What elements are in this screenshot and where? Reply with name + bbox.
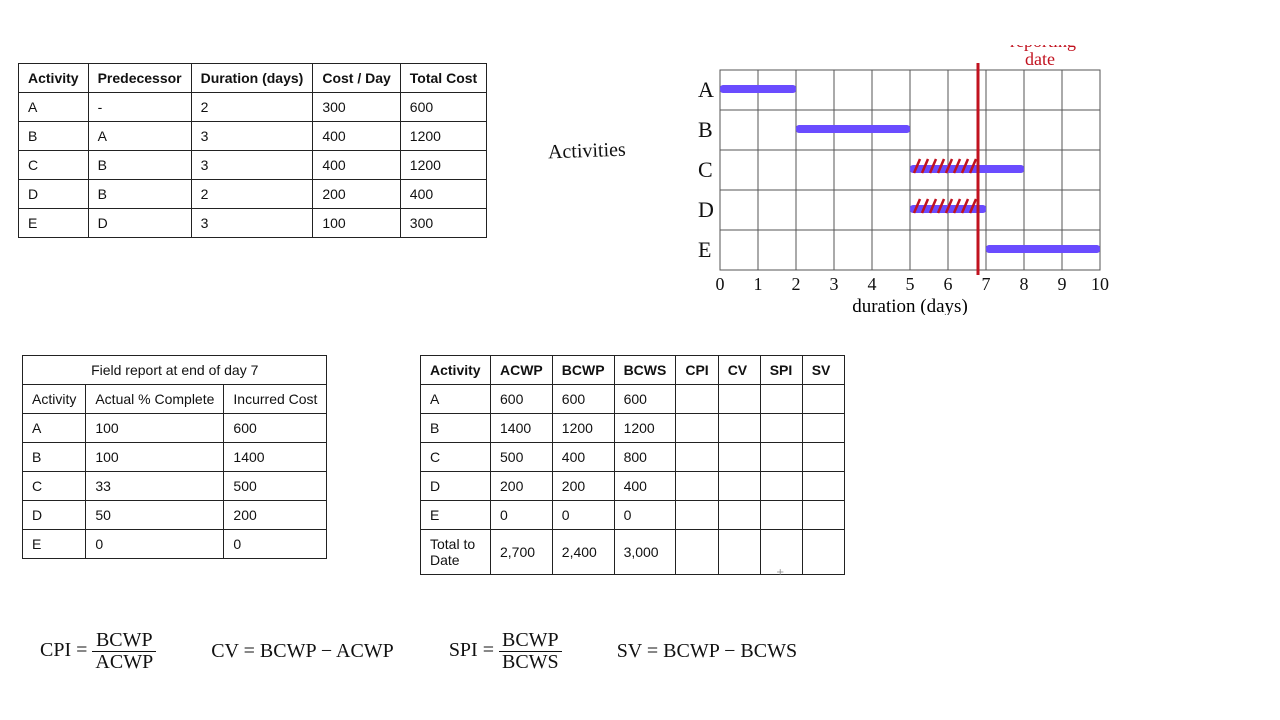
table-row: B140012001200 [421,414,845,443]
x-tick-labels: 0 1 2 3 4 5 6 7 8 9 10 [716,274,1110,294]
x-axis-label: duration (days) [852,296,968,315]
table-row: E00 [23,530,327,559]
field-report-table: Field report at end of day 7 Activity Ac… [22,355,327,559]
col-activity: Activity [19,64,89,93]
table-header-row: Activity Actual % Complete Incurred Cost [23,385,327,414]
field-report-title: Field report at end of day 7 [23,356,327,385]
svg-text:5: 5 [906,274,915,294]
svg-text:10: 10 [1091,274,1109,294]
activity-table: Activity Predecessor Duration (days) Cos… [18,63,487,238]
table-row: B1001400 [23,443,327,472]
table-row: C500400800 [421,443,845,472]
svg-text:3: 3 [830,274,839,294]
svg-text:2: 2 [792,274,801,294]
table-row: E000 [421,501,845,530]
cursor-icon: ⁺ [776,565,784,585]
svg-text:6: 6 [944,274,953,294]
svg-text:7: 7 [982,274,991,294]
table-header-row: Activity ACWP BCWP BCWS CPI CV SPI SV [421,356,845,385]
svg-text:8: 8 [1020,274,1029,294]
svg-text:C: C [698,157,713,182]
formula-spi: SPI = BCWPBCWS [449,630,562,673]
table-row: A-2300600 [19,93,487,122]
table-row: CB34001200 [19,151,487,180]
col-cost-day: Cost / Day [313,64,400,93]
svg-text:9: 9 [1058,274,1067,294]
formula-cv: CV = BCWP − ACWP [211,640,394,663]
table-row: BA34001200 [19,122,487,151]
col-predecessor: Predecessor [88,64,191,93]
col-duration: Duration (days) [191,64,313,93]
svg-text:A: A [698,77,714,102]
table-row: A600600600 [421,385,845,414]
table-header-row: Activity Predecessor Duration (days) Cos… [19,64,487,93]
svg-text:E: E [698,237,711,262]
svg-text:0: 0 [716,274,725,294]
svg-text:1: 1 [754,274,763,294]
table-row: A100600 [23,414,327,443]
table-row: D50200 [23,501,327,530]
formula-cpi: CPI = BCWPACWP [40,630,156,673]
activities-label: Activities [548,139,627,165]
earned-value-table: Activity ACWP BCWP BCWS CPI CV SPI SV A6… [420,355,845,575]
formula-sv: SV = BCWP − BCWS [617,640,797,663]
formulas: CPI = BCWPACWP CV = BCWP − ACWP SPI = BC… [40,630,797,673]
svg-text:4: 4 [868,274,877,294]
table-row: ED3100300 [19,209,487,238]
table-row: D200200400 [421,472,845,501]
svg-text:D: D [698,197,714,222]
gantt-chart: A B C D E 0 1 2 3 4 5 6 7 8 9 10 duratio… [660,45,1120,315]
table-row: C33500 [23,472,327,501]
col-total-cost: Total Cost [400,64,486,93]
row-labels: A B C D E [698,77,714,262]
table-row: DB2200400 [19,180,487,209]
svg-text:B: B [698,117,713,142]
reporting-date-label: reportingdate [1010,45,1076,69]
